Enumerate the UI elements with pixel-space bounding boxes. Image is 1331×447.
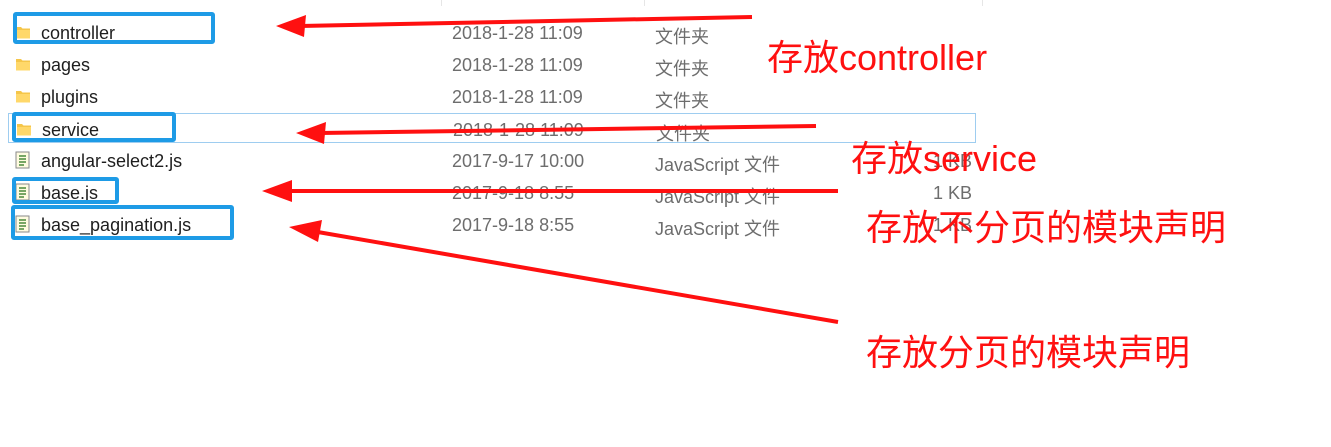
annotation-base: 存放不分页的模块声明 xyxy=(866,207,1227,248)
annotation-controller: 存放controller xyxy=(767,37,988,78)
arrow-base-pagination xyxy=(311,229,839,324)
arrow-service xyxy=(319,124,817,135)
annotation-service: 存放service xyxy=(851,138,1038,179)
arrowhead-controller xyxy=(276,15,306,37)
arrow-controller xyxy=(299,15,753,28)
arrowhead-base xyxy=(262,180,292,202)
arrowhead-base-pagination xyxy=(289,220,322,242)
arrowhead-service xyxy=(296,122,326,144)
annotation-base-pagination: 存放分页的模块声明 xyxy=(866,332,1191,373)
